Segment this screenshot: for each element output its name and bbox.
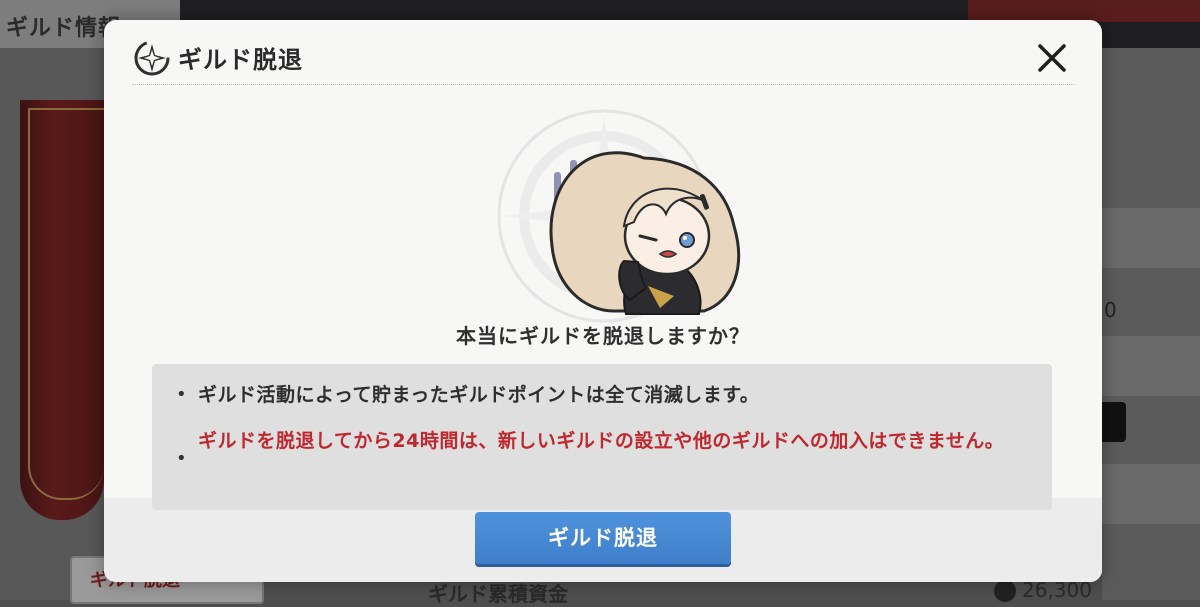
notice-box: • ギルド活動によって貯まったギルドポイントは全て消滅します。 • ギルドを脱退… (152, 364, 1052, 510)
background-top-accent (968, 0, 1200, 22)
dialog-title: ギルド脱退 (178, 46, 303, 74)
header-divider (132, 84, 1074, 85)
coin-icon (994, 580, 1016, 602)
background-row (1102, 336, 1200, 396)
compass-star-icon (134, 40, 170, 76)
character-illustration (497, 109, 741, 323)
dialog-header: ギルド脱退 (104, 20, 1102, 86)
notice-rejoin-restriction: ギルドを脱退してから24時間は、新しいギルドの設立や他のギルドへの加入はできませ… (198, 430, 1005, 452)
background-row (1102, 208, 1200, 268)
guild-withdraw-button[interactable]: ギルド脱退 (475, 512, 731, 564)
confirm-question: 本当にギルドを脱退しますか？ (456, 324, 750, 348)
close-icon[interactable] (1032, 38, 1072, 78)
guild-withdraw-dialog: ギルド脱退 本当にギルドを脱退しますか？ • ギルド活動によって貯まったギルドポ… (104, 20, 1102, 582)
background-row-value: 0 (1104, 298, 1117, 322)
background-badge-icon (1098, 402, 1126, 442)
background-row (1102, 464, 1200, 524)
notice-bullet: • (176, 384, 187, 405)
notice-points-lost: ギルド活動によって貯まったギルドポイントは全て消滅します。 (198, 384, 760, 406)
background-fund-label: ギルド累積資金 (428, 582, 568, 606)
notice-bullet: • (176, 448, 187, 469)
guild-emblem (20, 100, 104, 520)
